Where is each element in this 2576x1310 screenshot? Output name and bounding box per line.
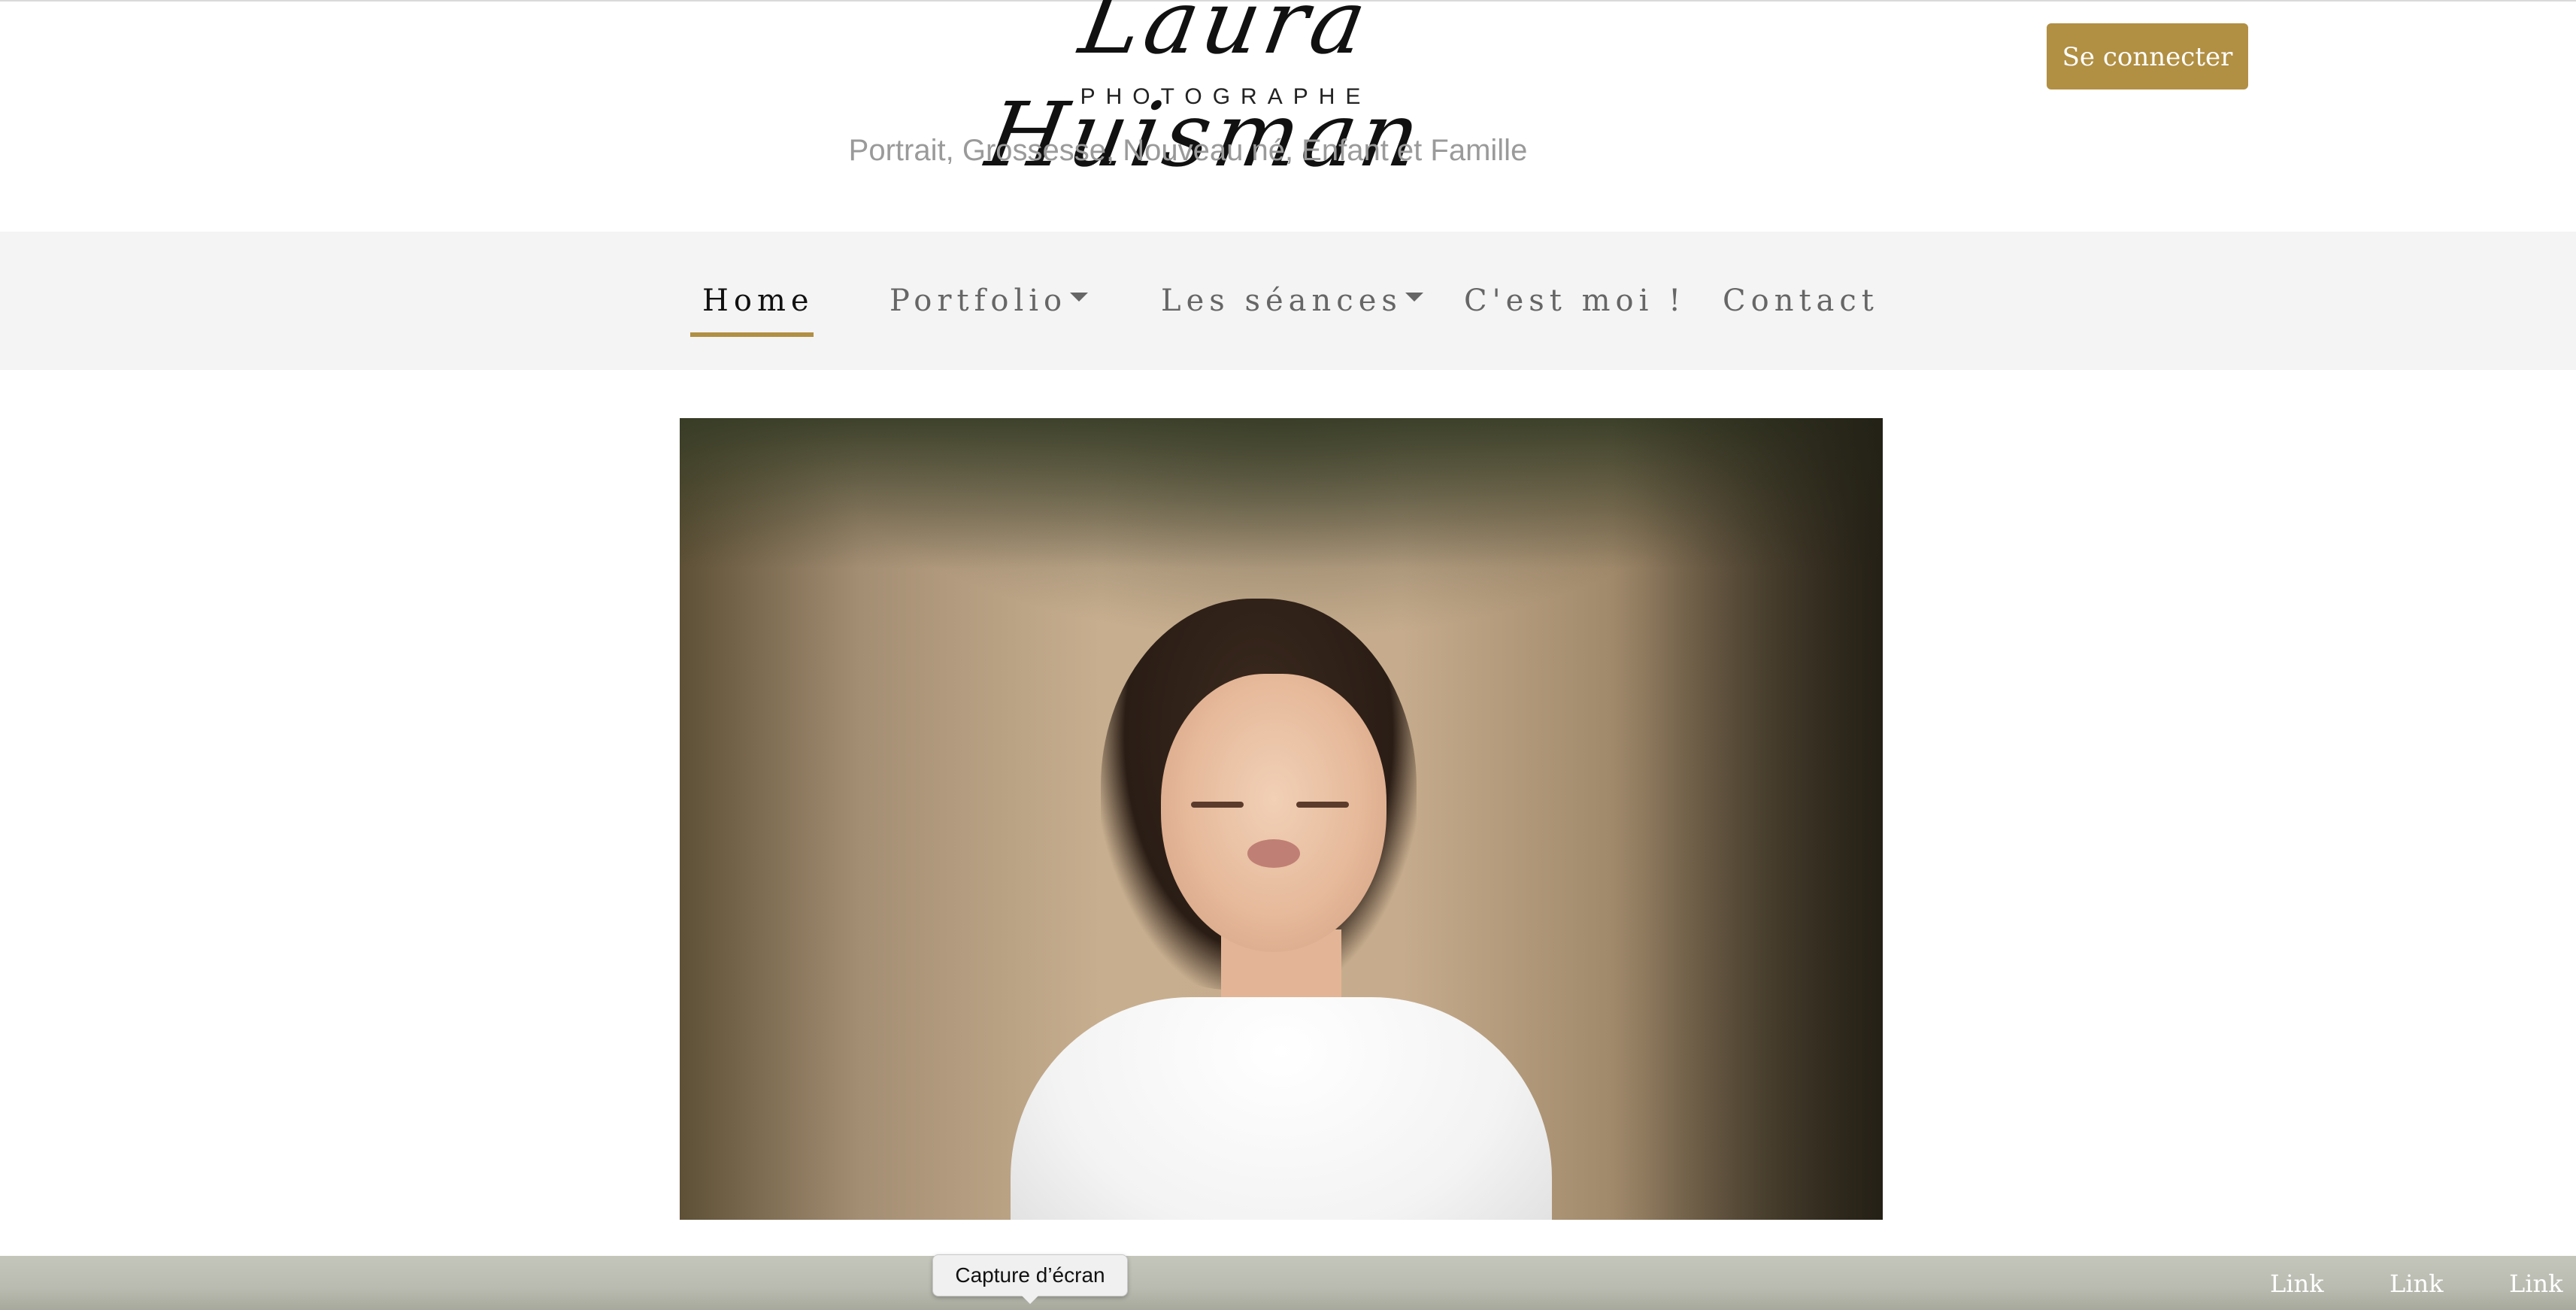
footer-bar — [0, 1256, 2576, 1310]
tooltip-arrow-icon — [1021, 1295, 1039, 1304]
site-tagline: Portrait, Grossesse, Nouveau né, Enfant … — [848, 134, 1528, 167]
main-navbar: Home Portfolio Les séances C'est moi ! C… — [0, 232, 2576, 370]
footer-link-2[interactable]: Link — [2390, 1269, 2443, 1298]
caret-down-icon — [1070, 293, 1089, 302]
photo-background-shadow — [1612, 418, 1883, 1220]
nav-item-label: Contact — [1723, 284, 1879, 318]
nav-item-cest-moi[interactable]: C'est moi ! — [1464, 232, 1686, 370]
nav-item-contact[interactable]: Contact — [1723, 232, 1879, 370]
nav-item-portfolio[interactable]: Portfolio — [889, 232, 1089, 370]
photo-subject-shirt — [1011, 997, 1552, 1220]
screenshot-tooltip: Capture d’écran — [932, 1254, 1128, 1296]
photo-subject-face — [1161, 674, 1386, 952]
hero-photo — [680, 418, 1883, 1220]
login-button[interactable]: Se connecter — [2047, 23, 2248, 89]
nav-item-label: Les séances — [1161, 284, 1402, 318]
logo-name[interactable]: Laura Huisman — [893, 0, 1559, 186]
photo-subject-eye-left — [1191, 802, 1244, 808]
nav-item-label: C'est moi ! — [1464, 284, 1687, 318]
footer-link-1[interactable]: Link — [2270, 1269, 2323, 1298]
active-nav-indicator — [690, 332, 814, 337]
nav-item-label: Home — [702, 284, 814, 318]
nav-item-label: Portfolio — [889, 284, 1068, 318]
photo-subject-eye-right — [1296, 802, 1349, 808]
footer-link-3[interactable]: Link — [2509, 1269, 2562, 1298]
caret-down-icon — [1405, 293, 1423, 302]
photo-subject-mouth — [1247, 839, 1300, 868]
nav-item-home[interactable]: Home — [702, 232, 814, 370]
page: Laura Huisman PHOTOGRAPHE Portrait, Gros… — [0, 0, 2576, 1310]
nav-item-les-seances[interactable]: Les séances — [1161, 232, 1423, 370]
logo-subtitle: PHOTOGRAPHE — [1080, 84, 1371, 109]
